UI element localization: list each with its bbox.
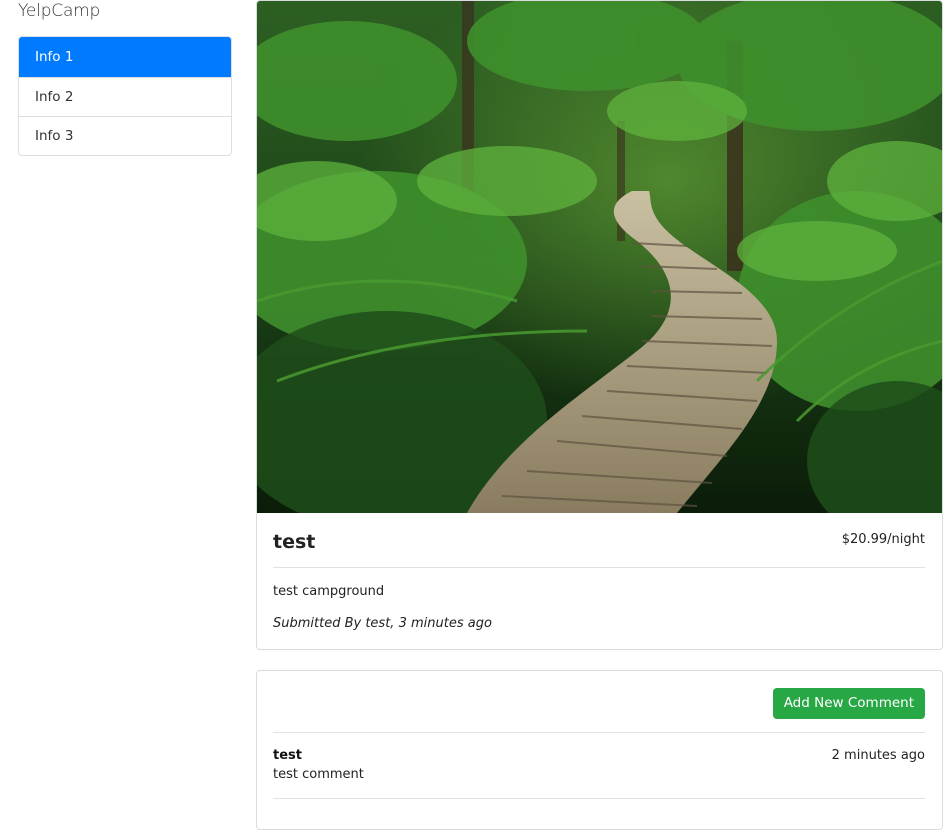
campground-price: $20.99/night [841,532,925,547]
sidebar-item-info-3[interactable]: Info 3 [19,116,231,155]
campground-description: test campground [273,584,385,599]
campground-card: test $20.99/night test campground Submit… [256,0,943,650]
comment-author: test [273,748,302,763]
comment-time: 2 minutes ago [831,748,925,763]
sidebar-list: Info 1 Info 2 Info 3 [18,36,232,156]
campground-name: test [273,531,316,553]
divider [273,732,925,733]
submitted-by: Submitted By test, 3 minutes ago [273,616,492,631]
comments-section: Add New Comment test 2 minutes ago test … [256,670,943,830]
brand-title: YelpCamp [18,1,101,21]
comment-text: test comment [273,767,364,782]
divider [273,567,925,568]
divider [273,798,925,799]
sidebar-item-info-1[interactable]: Info 1 [19,37,231,77]
sidebar-item-info-2[interactable]: Info 2 [19,77,231,116]
add-comment-button[interactable]: Add New Comment [772,688,925,719]
campground-photo [257,1,942,513]
